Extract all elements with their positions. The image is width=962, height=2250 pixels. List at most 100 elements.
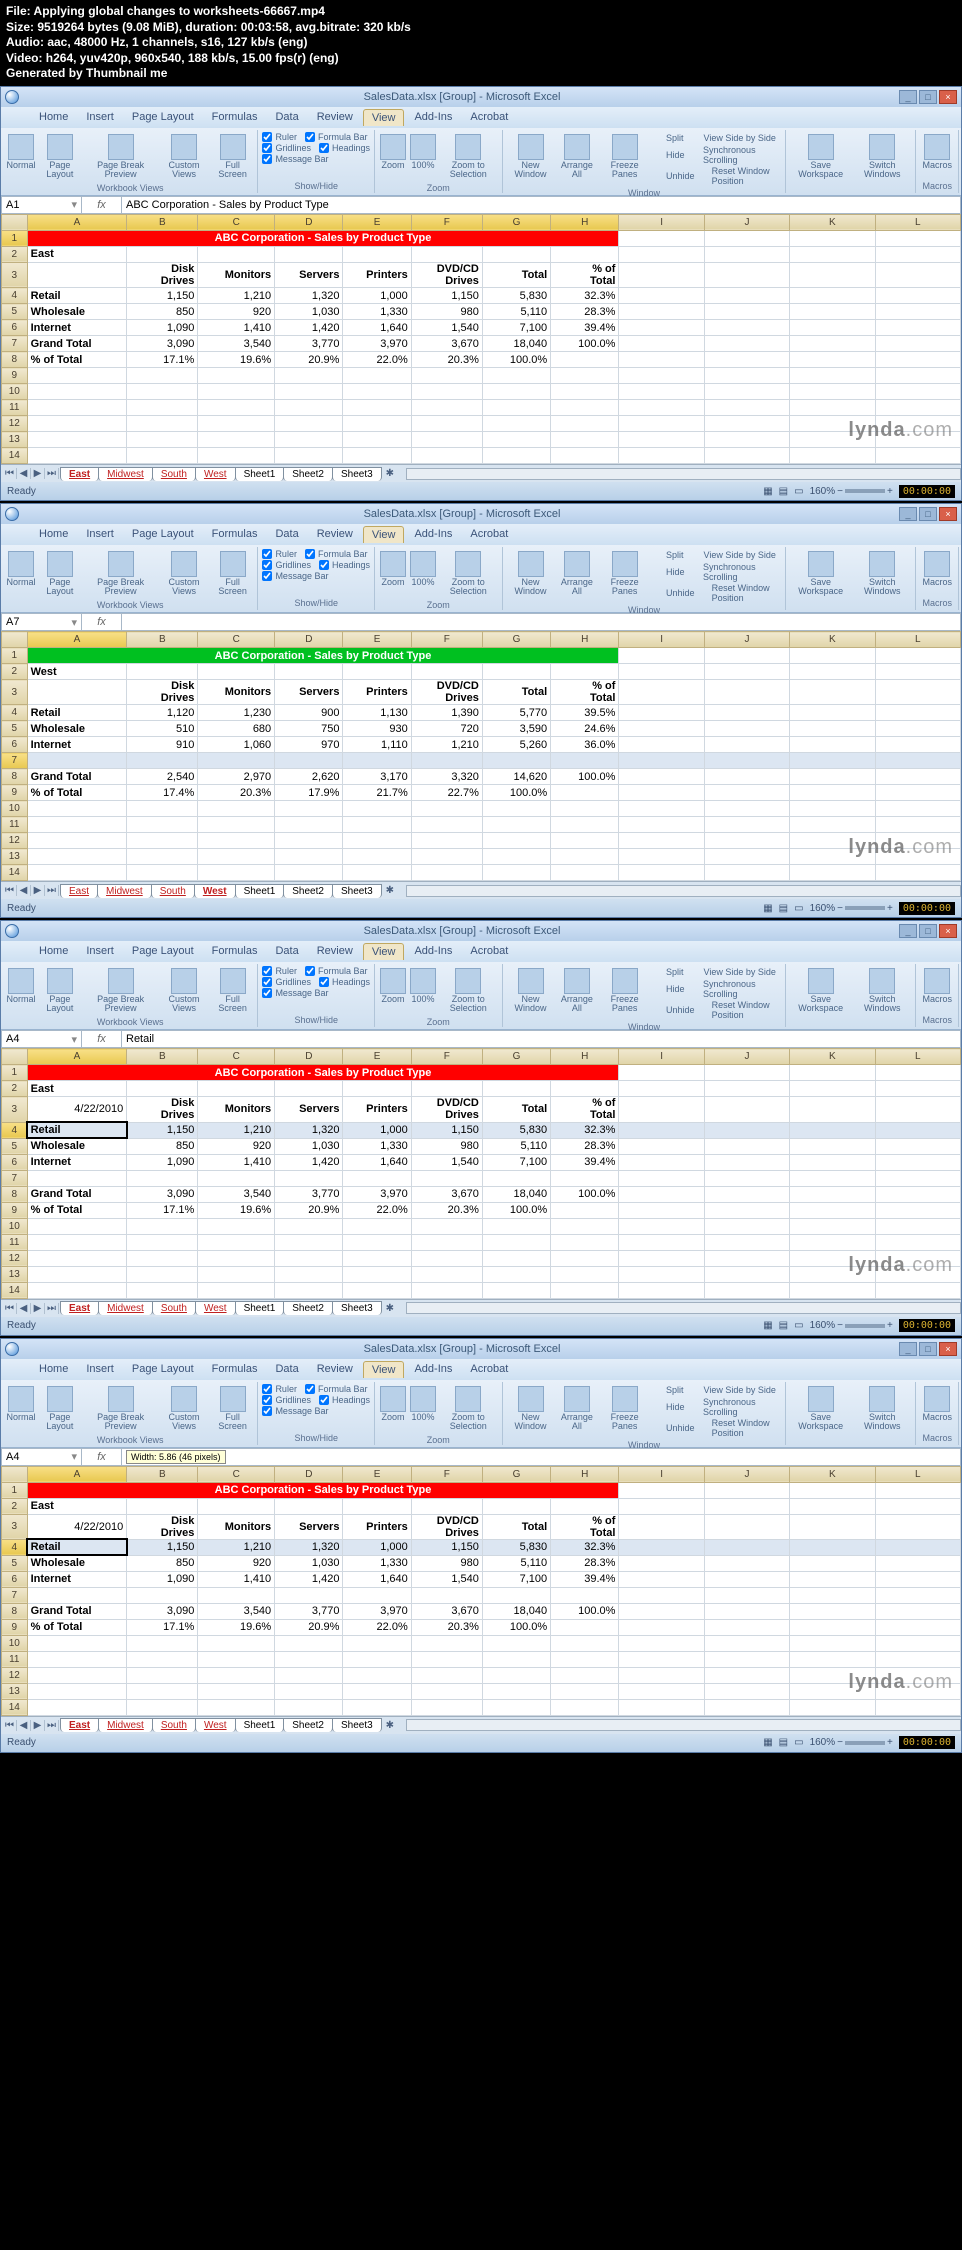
view-layout-icon[interactable]: ▤ <box>779 1737 788 1748</box>
cell[interactable]: Internet <box>27 737 127 753</box>
cell[interactable]: 19.6% <box>198 1619 275 1635</box>
cell[interactable]: 850 <box>127 1138 198 1154</box>
cell[interactable]: 20.9% <box>275 352 343 368</box>
new-sheet-icon[interactable]: ✱ <box>382 468 398 479</box>
cell[interactable] <box>343 817 411 833</box>
cell[interactable] <box>875 1097 960 1122</box>
cell[interactable] <box>551 1081 619 1097</box>
cell[interactable] <box>619 1081 704 1097</box>
cell[interactable] <box>875 753 960 769</box>
cell[interactable] <box>127 368 198 384</box>
col-header[interactable]: F <box>411 214 482 230</box>
menu-item[interactable]: Insert <box>78 1361 122 1378</box>
header-cell[interactable]: DVD/CDDrives <box>411 680 482 705</box>
cell[interactable]: 850 <box>127 304 198 320</box>
cell[interactable] <box>619 1250 704 1266</box>
cell[interactable]: 3,540 <box>198 1186 275 1202</box>
cell[interactable] <box>275 246 343 262</box>
row-header[interactable]: 14 <box>2 1699 28 1715</box>
ribbon-button[interactable]: Freeze Panes <box>599 966 650 1015</box>
cell[interactable] <box>619 785 704 801</box>
new-sheet-icon[interactable]: ✱ <box>382 1303 398 1314</box>
cell[interactable] <box>411 1170 482 1186</box>
tab-prev-icon[interactable]: ◀ <box>17 468 31 479</box>
cell[interactable] <box>704 304 789 320</box>
cell[interactable] <box>619 1122 704 1138</box>
cell[interactable] <box>482 1218 550 1234</box>
view-normal-icon[interactable]: ▦ <box>763 486 772 497</box>
header-cell[interactable]: Total <box>482 680 550 705</box>
row-header[interactable]: 3 <box>2 1514 28 1539</box>
ribbon-button[interactable]: Page Layout <box>37 1384 83 1433</box>
sheet-tab[interactable]: South <box>152 467 196 481</box>
cell[interactable]: 14,620 <box>482 769 550 785</box>
menu-item[interactable]: Data <box>267 1361 306 1378</box>
sheet-tab[interactable]: Midwest <box>98 1718 153 1732</box>
cell[interactable] <box>704 246 789 262</box>
cell[interactable]: 910 <box>127 737 198 753</box>
select-all[interactable] <box>2 632 28 648</box>
cell[interactable] <box>411 753 482 769</box>
fx-button[interactable]: fx <box>82 197 122 213</box>
cell[interactable] <box>551 1699 619 1715</box>
cell[interactable] <box>198 416 275 432</box>
office-button[interactable] <box>5 1342 19 1356</box>
cell[interactable]: 1,150 <box>411 288 482 304</box>
cell[interactable] <box>704 1539 789 1555</box>
spreadsheet[interactable]: ABCDEFGHIJKL1ABC Corporation - Sales by … <box>1 1048 961 1298</box>
cell[interactable] <box>551 801 619 817</box>
row-header[interactable]: 9 <box>2 785 28 801</box>
cell[interactable] <box>619 1186 704 1202</box>
formula-content[interactable]: Width: 5.86 (46 pixels) <box>122 1449 960 1465</box>
cell[interactable] <box>619 1234 704 1250</box>
cell[interactable]: % of Total <box>27 352 127 368</box>
cell[interactable] <box>275 1250 343 1266</box>
ribbon-small-button[interactable]: View Side by Side <box>690 966 776 978</box>
cell[interactable] <box>704 1097 789 1122</box>
select-all[interactable] <box>2 1466 28 1482</box>
ribbon-button[interactable]: Custom Views <box>158 132 209 181</box>
sheet-tab[interactable]: South <box>152 1718 196 1732</box>
sheet-tab[interactable]: West <box>194 884 236 898</box>
ribbon-small-button[interactable]: Split <box>652 132 684 144</box>
cell[interactable]: 1,420 <box>275 1571 343 1587</box>
cell[interactable] <box>790 400 875 416</box>
cell[interactable] <box>411 1699 482 1715</box>
cell[interactable] <box>343 448 411 464</box>
cell[interactable] <box>127 1498 198 1514</box>
sheet-tab[interactable]: Sheet3 <box>332 467 382 481</box>
cell[interactable] <box>482 1498 550 1514</box>
menu-item[interactable]: Home <box>31 109 76 126</box>
cell[interactable] <box>343 1266 411 1282</box>
menu-item[interactable]: Data <box>267 109 306 126</box>
cell[interactable] <box>619 368 704 384</box>
cell[interactable] <box>198 833 275 849</box>
ribbon-small-button[interactable]: Synchronous Scrolling <box>691 1397 782 1417</box>
cell[interactable] <box>343 801 411 817</box>
cell[interactable] <box>704 1154 789 1170</box>
cell[interactable]: 7,100 <box>482 1154 550 1170</box>
cell[interactable]: 1,090 <box>127 1571 198 1587</box>
sheet-tab[interactable]: Sheet1 <box>235 1718 285 1732</box>
cell[interactable]: 5,110 <box>482 1555 550 1571</box>
cell[interactable] <box>704 352 789 368</box>
cell[interactable] <box>790 288 875 304</box>
formula-content[interactable]: ABC Corporation - Sales by Product Type <box>122 197 960 213</box>
row-header[interactable]: 8 <box>2 1603 28 1619</box>
menu-item[interactable]: View <box>363 1361 405 1378</box>
cell[interactable]: 20.9% <box>275 1202 343 1218</box>
formula-content[interactable]: Retail <box>122 1031 960 1047</box>
cell[interactable]: 17.1% <box>127 1619 198 1635</box>
cell[interactable] <box>551 833 619 849</box>
cell[interactable] <box>198 817 275 833</box>
cell[interactable]: Internet <box>27 320 127 336</box>
sheet-tab[interactable]: Midwest <box>98 467 153 481</box>
cell[interactable] <box>127 384 198 400</box>
cell[interactable] <box>619 1218 704 1234</box>
cell[interactable] <box>198 1683 275 1699</box>
cell[interactable]: 5,110 <box>482 1138 550 1154</box>
col-header[interactable]: F <box>411 632 482 648</box>
col-header[interactable]: L <box>875 1049 960 1065</box>
region-cell[interactable]: East <box>27 1498 127 1514</box>
ribbon-small-button[interactable]: Synchronous Scrolling <box>691 562 782 582</box>
